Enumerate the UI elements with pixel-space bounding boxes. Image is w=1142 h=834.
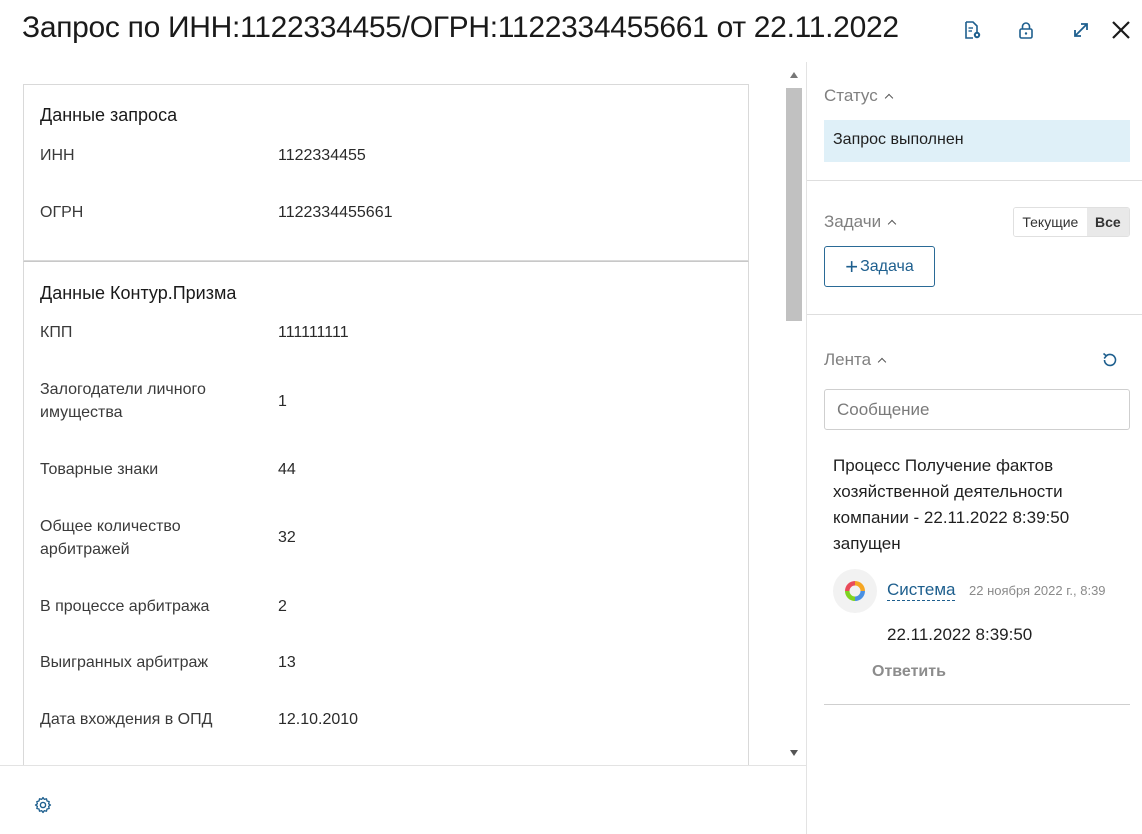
prizma-data-card: Данные Контур.Призма КПП 111111111 Залог… <box>23 261 749 765</box>
avatar <box>833 569 877 613</box>
add-task-button[interactable]: + Задача <box>824 246 935 287</box>
window-header: Запрос по ИНН:1122334455/ОГРН:1122334455… <box>0 0 1142 62</box>
arbitrations-in-progress-label: В процессе арбитража <box>40 598 210 615</box>
feed-section-header[interactable]: Лента <box>824 350 887 370</box>
tasks-section-title: Задачи <box>824 212 882 231</box>
reply-link[interactable]: Ответить <box>872 663 946 681</box>
opd-date-label: Дата вхождения в ОПД <box>40 711 213 728</box>
section-divider <box>807 180 1142 181</box>
main-content[interactable]: Данные запроса ИНН 1122334455 ОГРН 11223… <box>0 62 806 765</box>
toggle-current-tasks[interactable]: Текущие <box>1014 208 1087 236</box>
arbitrations-won-label: Выигранных арбитраж <box>40 654 209 671</box>
arbitrations-total-value: 32 <box>278 529 296 546</box>
status-section-title: Статус <box>824 86 878 105</box>
feed-item-text: Процесс Получение фактов хозяйственной д… <box>833 456 1070 553</box>
feed-section-title: Лента <box>824 350 872 369</box>
tasks-section-header[interactable]: Задачи <box>824 212 897 232</box>
pledgers-value: 1 <box>278 393 287 410</box>
feed-author-link[interactable]: Система <box>887 580 956 601</box>
request-data-card: Данные запроса ИНН 1122334455 ОГРН 11223… <box>23 84 749 261</box>
scrollbar-thumb[interactable] <box>786 88 802 321</box>
add-task-label: Задача <box>860 257 914 275</box>
page-title: Запрос по ИНН:1122334455/ОГРН:1122334455… <box>22 11 899 44</box>
section-divider <box>807 314 1142 315</box>
vertical-scrollbar[interactable] <box>783 62 806 765</box>
status-section-header[interactable]: Статус <box>824 86 893 106</box>
status-value: Запрос выполнен <box>824 120 1130 162</box>
chevron-up-icon <box>884 93 893 103</box>
feed-divider <box>824 704 1130 705</box>
bottom-toolbar <box>0 765 806 834</box>
pledgers-label: Залогодатели личного имущества <box>40 381 206 421</box>
request-data-title: Данные запроса <box>40 105 178 125</box>
trademarks-value: 44 <box>278 461 296 478</box>
message-input[interactable] <box>824 389 1130 430</box>
feed-item-time: 22 ноября 2022 г., 8:39 <box>969 583 1106 598</box>
scroll-up-arrow-icon[interactable] <box>790 72 798 78</box>
ogrn-value: 1122334455661 <box>278 204 393 221</box>
tasks-filter-toggle: Текущие Все <box>1013 207 1130 237</box>
plus-icon: + <box>845 253 859 279</box>
kpp-value: 111111111 <box>278 324 349 341</box>
prizma-data-title: Данные Контур.Призма <box>40 283 237 303</box>
right-sidebar: Статус Запрос выполнен Задачи Текущие Вс… <box>806 62 1142 834</box>
chevron-up-icon <box>877 357 887 367</box>
feed-item-body: 22.11.2022 8:39:50 <box>887 625 1033 644</box>
toggle-all-tasks[interactable]: Все <box>1086 208 1129 236</box>
chevron-up-icon <box>887 219 897 229</box>
close-icon[interactable] <box>1109 18 1133 42</box>
refresh-icon[interactable] <box>1100 350 1120 370</box>
scroll-down-arrow-icon[interactable] <box>790 750 798 756</box>
arbitrations-won-value: 13 <box>278 654 296 671</box>
ogrn-label: ОГРН <box>40 204 84 221</box>
expand-icon[interactable] <box>1069 18 1093 42</box>
arbitrations-in-progress-value: 2 <box>278 598 287 615</box>
lock-icon[interactable] <box>1014 18 1038 42</box>
document-settings-icon[interactable] <box>960 18 984 42</box>
gear-icon[interactable] <box>33 795 53 815</box>
inn-value: 1122334455 <box>278 147 366 164</box>
arbitrations-total-label: Общее количество арбитражей <box>40 518 181 558</box>
trademarks-label: Товарные знаки <box>40 461 159 478</box>
kpp-label: КПП <box>40 324 73 341</box>
opd-date-value: 12.10.2010 <box>278 711 359 728</box>
inn-label: ИНН <box>40 147 75 164</box>
